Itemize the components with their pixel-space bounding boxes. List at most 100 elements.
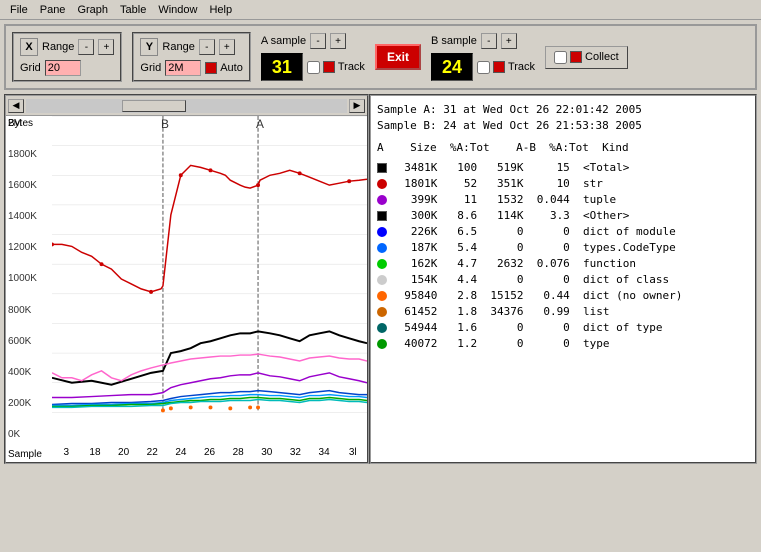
- x-label-20: 20: [109, 447, 138, 458]
- menu-graph[interactable]: Graph: [71, 3, 114, 17]
- y-label-1400k: 1400K: [8, 211, 50, 222]
- exit-button[interactable]: Exit: [375, 44, 421, 70]
- graph-scroll-right[interactable]: ▶: [349, 99, 365, 113]
- graph-canvas: B A: [52, 116, 367, 442]
- x-grid-input[interactable]: [45, 60, 81, 76]
- menu-pane[interactable]: Pane: [34, 3, 72, 17]
- x-range-label: Range: [42, 41, 74, 53]
- info-row-color-10: [377, 323, 387, 333]
- sample-a-info: Sample A: 31 at Wed Oct 26 22:01:42 2005: [377, 102, 749, 118]
- info-row-color-1: [377, 179, 387, 189]
- sample-label: Sample: [8, 449, 42, 460]
- y-label-0k: 0K: [8, 429, 50, 440]
- menu-window[interactable]: Window: [152, 3, 203, 17]
- a-track-label: Track: [338, 61, 365, 73]
- collect-checkbox[interactable]: [554, 51, 567, 64]
- y-range-plus[interactable]: +: [219, 39, 235, 55]
- a-sample-label: A sample: [261, 35, 306, 47]
- graph-scrollbar-thumb[interactable]: [122, 100, 186, 112]
- info-row-text-2: 399K 11 1532 0.044 tuple: [391, 192, 616, 208]
- y-range-minus[interactable]: -: [199, 39, 215, 55]
- x-label-34: 34: [310, 447, 339, 458]
- info-row-11: 40072 1.2 0 0 type: [377, 336, 749, 352]
- info-row-color-0: [377, 163, 387, 173]
- b-track-checkbox[interactable]: [477, 61, 490, 74]
- info-row-0: 3481K 100 519K 15 <Total>: [377, 160, 749, 176]
- y-grid-input[interactable]: [165, 60, 201, 76]
- menubar: File Pane Graph Table Window Help: [0, 0, 761, 20]
- control-panel: X Range - + Grid Y Range - + Grid: [4, 24, 757, 90]
- y-range-label: Range: [162, 41, 194, 53]
- info-row-1: 1801K 52 351K 10 str: [377, 176, 749, 192]
- x-axis-box: X Range - + Grid: [12, 32, 122, 82]
- x-grid-label: Grid: [20, 62, 41, 74]
- info-row-8: 95840 2.8 15152 0.44 dict (no owner): [377, 288, 749, 304]
- y-axis-box: Y Range - + Grid Auto: [132, 32, 250, 82]
- info-row-text-1: 1801K 52 351K 10 str: [391, 176, 603, 192]
- a-sample-section: A sample - + 31 Track: [261, 33, 365, 81]
- a-track-row: Track: [307, 61, 365, 74]
- info-row-color-2: [377, 195, 387, 205]
- info-row-3: 300K 8.6 114K 3.3 <Other>: [377, 208, 749, 224]
- info-row-text-9: 61452 1.8 34376 0.99 list: [391, 304, 610, 320]
- info-row-color-11: [377, 339, 387, 349]
- info-row-color-4: [377, 227, 387, 237]
- info-row-9: 61452 1.8 34376 0.99 list: [377, 304, 749, 320]
- a-track-color: [323, 61, 335, 73]
- x-label-26: 26: [195, 447, 224, 458]
- col-headers: A Size %A:Tot A-B %A:Tot Kind: [377, 140, 749, 156]
- x-label-28: 28: [224, 447, 253, 458]
- auto-label: Auto: [220, 62, 243, 74]
- x-axis-labels: 3 18 20 22 24 26 28 30 32 34 3l: [52, 442, 367, 462]
- graph-scrollbar[interactable]: [26, 99, 347, 113]
- info-row-text-5: 187K 5.4 0 0 types.CodeType: [391, 240, 676, 256]
- y-grid-label: Grid: [140, 62, 161, 74]
- x-label-30: 30: [252, 447, 281, 458]
- b-sample-label: B sample: [431, 35, 477, 47]
- info-row-color-6: [377, 259, 387, 269]
- y-label-1000k: 1000K: [8, 273, 50, 284]
- info-row-2: 399K 11 1532 0.044 tuple: [377, 192, 749, 208]
- x-range-minus[interactable]: -: [78, 39, 94, 55]
- info-row-10: 54944 1.6 0 0 dict of type: [377, 320, 749, 336]
- graph-scroll-left[interactable]: ◀: [8, 99, 24, 113]
- collect-button[interactable]: Collect: [545, 46, 628, 69]
- svg-text:B: B: [161, 117, 169, 131]
- info-row-text-7: 154K 4.4 0 0 dict of class: [391, 272, 669, 288]
- menu-table[interactable]: Table: [114, 3, 152, 17]
- graph-svg: B A: [52, 116, 367, 442]
- info-row-text-3: 300K 8.6 114K 3.3 <Other>: [391, 208, 629, 224]
- info-row-text-8: 95840 2.8 15152 0.44 dict (no owner): [391, 288, 682, 304]
- x-axis-label: X: [20, 38, 38, 56]
- x-label-32: 32: [281, 447, 310, 458]
- info-row-text-11: 40072 1.2 0 0 type: [391, 336, 610, 352]
- menu-help[interactable]: Help: [203, 3, 238, 17]
- collect-label: Collect: [585, 51, 619, 63]
- info-row-5: 187K 5.4 0 0 types.CodeType: [377, 240, 749, 256]
- menu-file[interactable]: File: [4, 3, 34, 17]
- a-sample-plus[interactable]: +: [330, 33, 346, 49]
- y-label-600k: 600K: [8, 336, 50, 347]
- graph-panel: ◀ ▶ 2M 1800K 1600K 1400K 1200K 1000K 800…: [4, 94, 369, 464]
- b-sample-value: 24: [431, 53, 473, 81]
- y-label-1800k: 1800K: [8, 149, 50, 160]
- y-label-800k: 800K: [8, 305, 50, 316]
- graph-toolbar: ◀ ▶: [6, 96, 367, 116]
- main-panels: ◀ ▶ 2M 1800K 1600K 1400K 1200K 1000K 800…: [4, 94, 757, 464]
- a-sample-minus[interactable]: -: [310, 33, 326, 49]
- x-label-24: 24: [167, 447, 196, 458]
- x-range-plus[interactable]: +: [98, 39, 114, 55]
- x-label-3: 3: [52, 447, 81, 458]
- a-track-checkbox[interactable]: [307, 61, 320, 74]
- auto-row: Auto: [205, 62, 243, 74]
- collect-color: [570, 51, 582, 63]
- y-label-400k: 400K: [8, 367, 50, 378]
- b-sample-minus[interactable]: -: [481, 33, 497, 49]
- info-row-text-6: 162K 4.7 2632 0.076 function: [391, 256, 636, 272]
- info-row-color-5: [377, 243, 387, 253]
- y-label-1600k: 1600K: [8, 180, 50, 191]
- x-label-3l: 3l: [338, 447, 367, 458]
- b-track-label: Track: [508, 61, 535, 73]
- x-label-18: 18: [81, 447, 110, 458]
- b-sample-plus[interactable]: +: [501, 33, 517, 49]
